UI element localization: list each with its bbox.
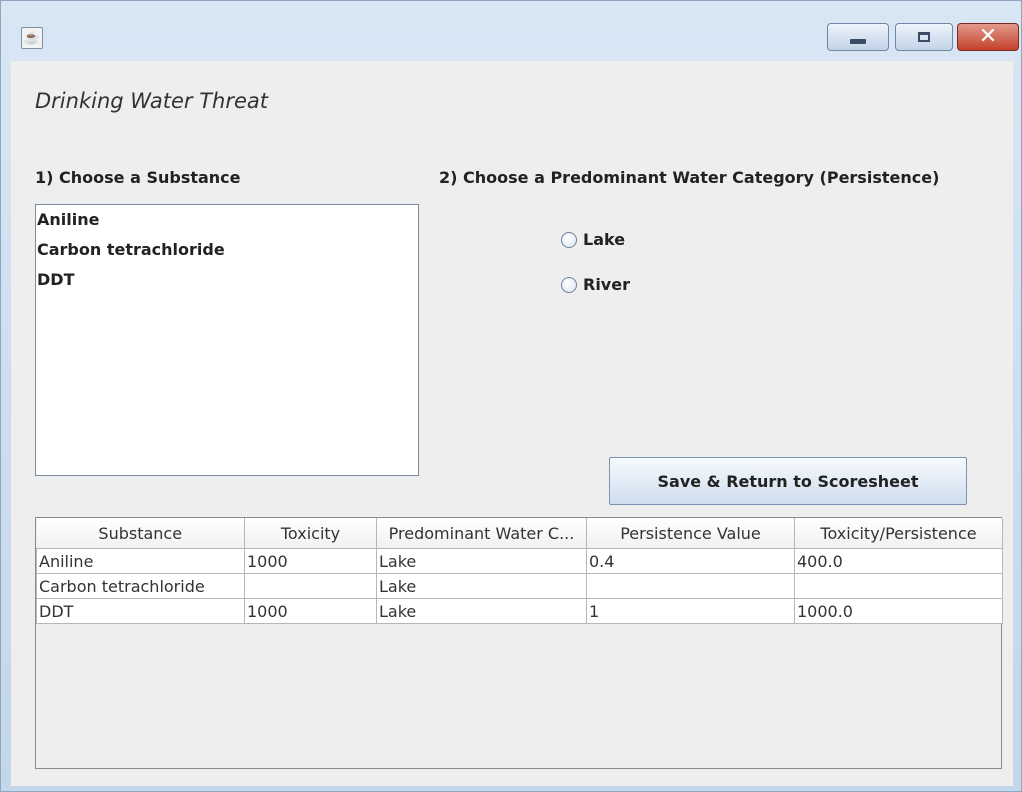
maximize-icon: [918, 32, 930, 42]
table-cell[interactable]: 1000.0: [794, 598, 1003, 624]
table-cell[interactable]: Lake: [376, 573, 587, 599]
table-cell[interactable]: [586, 573, 795, 599]
table-cell[interactable]: 400.0: [794, 548, 1003, 574]
table-cell[interactable]: 1: [586, 598, 795, 624]
table-cell[interactable]: 1000: [244, 598, 377, 624]
radio-button-river[interactable]: [561, 276, 577, 293]
table-cell[interactable]: Aniline: [36, 548, 245, 574]
table-row[interactable]: Aniline 1000 Lake 0.4 400.0: [36, 548, 1003, 574]
table-row[interactable]: Carbon tetrachloride Lake: [36, 573, 1003, 599]
column-header-persistence[interactable]: Persistence Value: [586, 518, 795, 549]
column-header-toxicity-persistence[interactable]: Toxicity/Persistence: [794, 518, 1003, 549]
radio-lake-label: Lake: [583, 230, 626, 249]
maximize-button[interactable]: [895, 23, 953, 51]
substance-list[interactable]: Aniline Carbon tetrachloride DDT: [35, 204, 419, 476]
table-header-row: Substance Toxicity Predominant Water C..…: [36, 518, 1003, 549]
list-item[interactable]: Aniline: [36, 209, 418, 239]
application-window: ☕ ✕ Drinking Water Threat 1) Choose a Su…: [0, 0, 1022, 792]
substance-label: 1) Choose a Substance: [35, 168, 241, 187]
column-header-water-category[interactable]: Predominant Water C...: [376, 518, 587, 549]
results-table[interactable]: Substance Toxicity Predominant Water C..…: [35, 517, 1003, 769]
column-header-toxicity[interactable]: Toxicity: [244, 518, 377, 549]
radio-river[interactable]: River: [561, 275, 630, 294]
table-cell[interactable]: Carbon tetrachloride: [36, 573, 245, 599]
table-cell[interactable]: Lake: [376, 598, 587, 624]
column-header-substance[interactable]: Substance: [36, 518, 245, 549]
table-cell[interactable]: [244, 573, 377, 599]
minimize-button[interactable]: [827, 23, 889, 51]
minimize-icon: [850, 38, 866, 44]
java-coffee-icon: ☕: [21, 27, 43, 49]
results-grid: Substance Toxicity Predominant Water C..…: [36, 518, 1003, 624]
content-panel: Drinking Water Threat 1) Choose a Substa…: [11, 61, 1013, 786]
table-cell[interactable]: [794, 573, 1003, 599]
radio-button-lake[interactable]: [561, 231, 577, 248]
title-bar[interactable]: ☕ ✕: [1, 1, 1021, 61]
radio-river-label: River: [583, 275, 630, 294]
table-cell[interactable]: 0.4: [586, 548, 795, 574]
list-item[interactable]: DDT: [36, 269, 418, 299]
radio-lake[interactable]: Lake: [561, 230, 625, 249]
water-category-label: 2) Choose a Predominant Water Category (…: [439, 168, 940, 187]
table-row[interactable]: DDT 1000 Lake 1 1000.0: [36, 598, 1003, 624]
page-title: Drinking Water Threat: [35, 89, 268, 113]
table-cell[interactable]: 1000: [244, 548, 377, 574]
close-icon: ✕: [978, 24, 998, 49]
list-item[interactable]: Carbon tetrachloride: [36, 239, 418, 269]
table-cell[interactable]: Lake: [376, 548, 587, 574]
close-button[interactable]: ✕: [957, 23, 1019, 51]
save-return-button[interactable]: Save & Return to Scoresheet: [609, 457, 967, 505]
table-cell[interactable]: DDT: [36, 598, 245, 624]
